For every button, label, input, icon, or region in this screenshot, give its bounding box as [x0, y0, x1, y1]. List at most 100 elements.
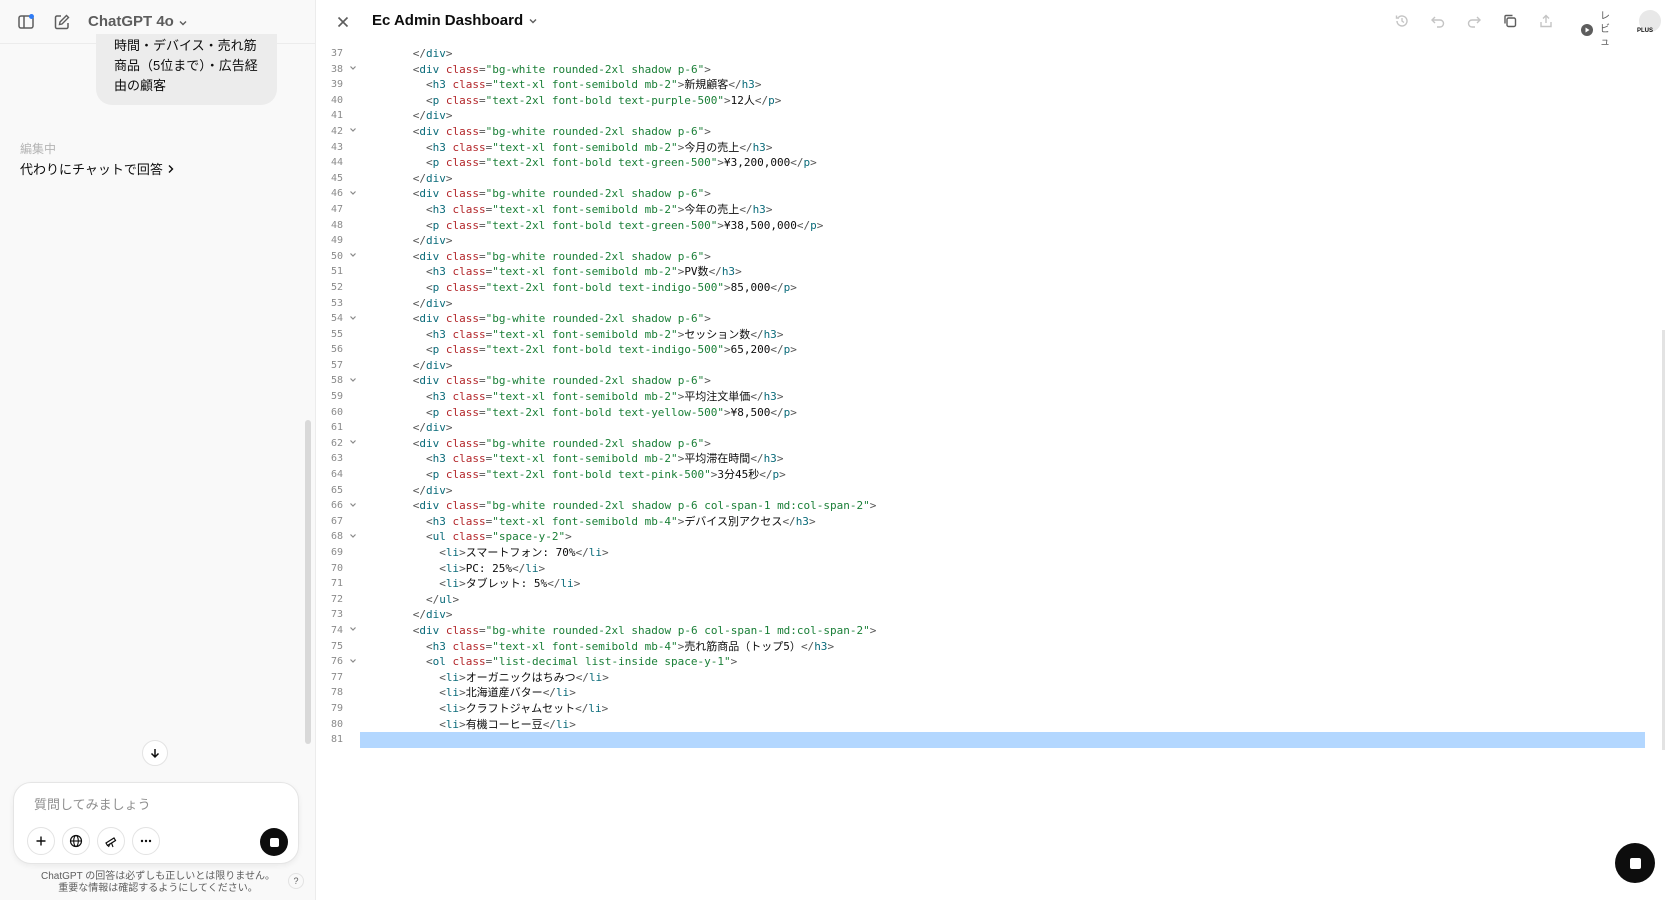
fold-chevron-icon[interactable] [349, 529, 357, 545]
code-line[interactable]: 79 <li>クラフトジャムセット</li> [317, 701, 1667, 717]
code-line[interactable]: 46 <div class="bg-white rounded-2xl shado… [317, 186, 1667, 202]
code-line[interactable]: 65 </div> [317, 483, 1667, 499]
fold-chevron-icon[interactable] [349, 436, 357, 452]
code-line[interactable]: 75 <h3 class="text-xl font-semibold mb-4"… [317, 639, 1667, 655]
code-text: <li>有機コーヒー豆</li> [360, 717, 1645, 733]
code-content: <li>PC: 25%</li> [439, 561, 546, 575]
line-number: 63 [330, 453, 343, 465]
play-circle-icon [1581, 23, 1593, 36]
scroll-to-bottom-button[interactable] [142, 740, 168, 766]
code-line[interactable]: 62 <div class="bg-white rounded-2xl shado… [317, 436, 1667, 452]
new-chat-icon[interactable] [48, 8, 76, 36]
message-input[interactable] [34, 793, 274, 815]
copy-button[interactable] [1497, 8, 1523, 34]
code-line[interactable]: 66 <div class="bg-white rounded-2xl shado… [317, 498, 1667, 514]
code-line[interactable]: 74 <div class="bg-white rounded-2xl shado… [317, 623, 1667, 639]
code-line[interactable]: 55 <h3 class="text-xl font-semibold mb-2"… [317, 327, 1667, 343]
code-line[interactable]: 45 </div> [317, 171, 1667, 187]
code-text: <p class="text-2xl font-bold text-purple… [360, 93, 1645, 109]
code-line[interactable]: 40 <p class="text-2xl font-bold text-purp… [317, 93, 1667, 109]
tools-button[interactable] [97, 827, 125, 855]
line-number: 54 [330, 313, 343, 325]
code-line[interactable]: 54 <div class="bg-white rounded-2xl shado… [317, 311, 1667, 327]
version-history-button[interactable] [1389, 8, 1415, 34]
code-content: </div> [412, 171, 453, 185]
code-line[interactable]: 73 </div> [317, 607, 1667, 623]
fold-chevron-icon[interactable] [349, 373, 357, 389]
plus-badge: PLUS [1637, 28, 1654, 34]
copy-icon [1504, 14, 1517, 28]
fold-chevron-icon[interactable] [349, 623, 357, 639]
fold-chevron-icon[interactable] [349, 654, 357, 670]
code-line[interactable]: 49 </div> [317, 233, 1667, 249]
line-number: 51 [330, 266, 343, 278]
line-number: 62 [330, 437, 343, 449]
code-line[interactable]: 52 <p class="text-2xl font-bold text-indi… [317, 280, 1667, 296]
share-button[interactable] [1533, 8, 1559, 34]
close-canvas-button[interactable] [329, 8, 357, 36]
code-line[interactable]: 50 <div class="bg-white rounded-2xl shado… [317, 249, 1667, 265]
code-line[interactable]: 80 <li>有機コーヒー豆</li> [317, 717, 1667, 733]
code-content: </div> [412, 296, 453, 310]
history-icon [1395, 15, 1408, 27]
stop-editing-button[interactable] [1615, 843, 1655, 883]
help-button[interactable]: ? [288, 873, 304, 889]
code-content: <div class="bg-white rounded-2xl shadow … [412, 499, 877, 513]
attach-button[interactable] [27, 827, 55, 855]
code-editor[interactable]: 37 </div> 38 <div class="bg-white rounded-2… [317, 46, 1667, 748]
code-line[interactable]: 58 <div class="bg-white rounded-2xl shado… [317, 373, 1667, 389]
answer-in-chat-link[interactable]: 代わりにチャットで回答 [20, 159, 175, 178]
code-line[interactable]: 71 <li>タブレット: 5%</li> [317, 576, 1667, 592]
document-title[interactable]: Ec Admin Dashboard [372, 12, 538, 29]
fold-chevron-icon[interactable] [349, 124, 357, 140]
code-line[interactable]: 81 [317, 732, 1667, 748]
fold-chevron-icon[interactable] [349, 186, 357, 202]
model-selector[interactable]: ChatGPT 4o [88, 13, 188, 30]
code-text: </div> [360, 171, 1645, 187]
code-line[interactable]: 48 <p class="text-2xl font-bold text-gree… [317, 218, 1667, 234]
code-line[interactable]: 53 </div> [317, 296, 1667, 312]
code-line[interactable]: 76 <ol class="list-decimal list-inside sp… [317, 654, 1667, 670]
code-line[interactable]: 56 <p class="text-2xl font-bold text-indi… [317, 342, 1667, 358]
code-line[interactable]: 78 <li>北海道産バター</li> [317, 685, 1667, 701]
code-line[interactable]: 51 <h3 class="text-xl font-semibold mb-2"… [317, 264, 1667, 280]
code-text: </div> [360, 483, 1645, 499]
fold-chevron-icon[interactable] [349, 62, 357, 78]
code-line[interactable]: 59 <h3 class="text-xl font-semibold mb-2"… [317, 389, 1667, 405]
more-options-button[interactable] [132, 827, 160, 855]
web-search-button[interactable] [62, 827, 90, 855]
code-line[interactable]: 39 <h3 class="text-xl font-semibold mb-2"… [317, 77, 1667, 93]
sidebar-scrollbar[interactable] [305, 420, 311, 744]
code-line[interactable]: 77 <li>オーガニックはちみつ</li> [317, 670, 1667, 686]
code-line[interactable]: 47 <h3 class="text-xl font-semibold mb-2"… [317, 202, 1667, 218]
code-line[interactable]: 72 </ul> [317, 592, 1667, 608]
code-text: <p class="text-2xl font-bold text-yellow… [360, 405, 1645, 421]
code-line[interactable]: 43 <h3 class="text-xl font-semibold mb-2"… [317, 140, 1667, 156]
undo-button[interactable] [1425, 8, 1451, 34]
code-line[interactable]: 61 </div> [317, 420, 1667, 436]
editor-scrollbar[interactable] [1662, 330, 1665, 750]
code-line[interactable]: 41 </div> [317, 108, 1667, 124]
fold-chevron-icon[interactable] [349, 249, 357, 265]
review-button[interactable]: レビュ [1580, 10, 1610, 49]
fold-chevron-icon[interactable] [349, 311, 357, 327]
code-line[interactable]: 60 <p class="text-2xl font-bold text-yell… [317, 405, 1667, 421]
code-line[interactable]: 38 <div class="bg-white rounded-2xl shado… [317, 62, 1667, 78]
code-line[interactable]: 63 <h3 class="text-xl font-semibold mb-2"… [317, 451, 1667, 467]
toggle-sidebar-icon[interactable] [12, 8, 40, 36]
code-line[interactable]: 64 <p class="text-2xl font-bold text-pink… [317, 467, 1667, 483]
code-line[interactable]: 67 <h3 class="text-xl font-semibold mb-4"… [317, 514, 1667, 530]
code-line[interactable]: 57 </div> [317, 358, 1667, 374]
fold-chevron-icon[interactable] [349, 498, 357, 514]
code-line[interactable]: 69 <li>スマートフォン: 70%</li> [317, 545, 1667, 561]
code-text: <h3 class="text-xl font-semibold mb-2">セ… [360, 327, 1645, 343]
ellipsis-icon [140, 839, 152, 843]
redo-button[interactable] [1461, 8, 1487, 34]
code-line[interactable]: 42 <div class="bg-white rounded-2xl shado… [317, 124, 1667, 140]
code-text: <div class="bg-white rounded-2xl shadow … [360, 62, 1645, 78]
code-line[interactable]: 37 </div> [317, 46, 1667, 62]
code-line[interactable]: 70 <li>PC: 25%</li> [317, 561, 1667, 577]
stop-generating-button[interactable] [260, 828, 288, 856]
code-line[interactable]: 44 <p class="text-2xl font-bold text-gree… [317, 155, 1667, 171]
code-line[interactable]: 68 <ul class="space-y-2"> [317, 529, 1667, 545]
